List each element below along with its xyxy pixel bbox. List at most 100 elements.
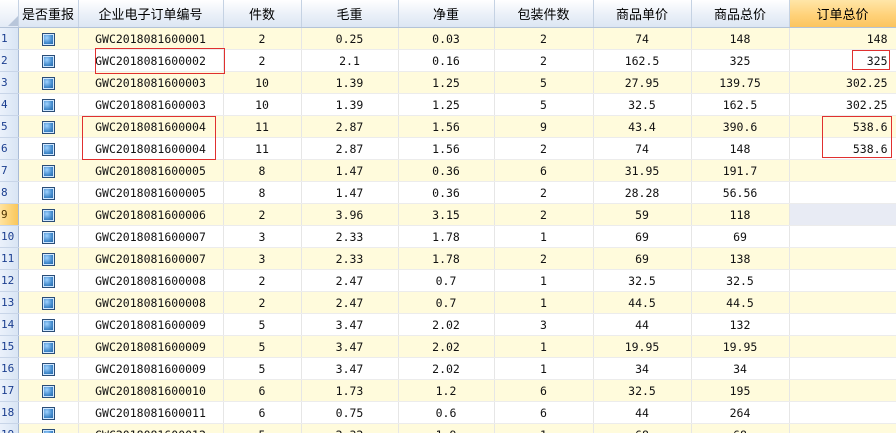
cell-goods-total[interactable]: 34 xyxy=(691,357,790,380)
cell-goods-total[interactable]: 264 xyxy=(691,401,790,424)
table-row[interactable]: 6 GWC2018081600004 11 2.87 1.56 2 74 148 538.6 xyxy=(0,137,896,160)
row-number[interactable]: 2 xyxy=(0,49,19,72)
cell-net-weight[interactable]: 1.78 xyxy=(398,225,495,248)
cell-unit-price[interactable]: 74 xyxy=(593,27,692,50)
cell-resubmit[interactable] xyxy=(18,401,79,424)
cell-goods-total[interactable]: 195 xyxy=(691,379,790,402)
row-number[interactable]: 3 xyxy=(0,71,19,94)
col-header-quantity[interactable]: 件数 xyxy=(223,0,302,28)
cell-net-weight[interactable]: 3.15 xyxy=(398,203,495,226)
col-header-net-weight[interactable]: 净重 xyxy=(398,0,495,28)
cell-order-total[interactable] xyxy=(789,313,896,336)
cell-goods-total[interactable]: 148 xyxy=(691,137,790,160)
table-row[interactable]: 4 GWC2018081600003 10 1.39 1.25 5 32.5 162.5 302… xyxy=(0,93,896,116)
cell-unit-price[interactable]: 44 xyxy=(593,313,692,336)
cell-net-weight[interactable]: 1.9 xyxy=(398,423,495,433)
cell-resubmit[interactable] xyxy=(18,247,79,270)
table-row[interactable]: 16 GWC2018081600009 5 3.47 2.02 1 34 34 xyxy=(0,357,896,380)
cell-net-weight[interactable]: 1.2 xyxy=(398,379,495,402)
cell-resubmit[interactable] xyxy=(18,159,79,182)
cell-net-weight[interactable]: 0.36 xyxy=(398,181,495,204)
cell-order-number[interactable]: GWC2018081600012 xyxy=(78,423,224,433)
table-row[interactable]: 12 GWC2018081600008 2 2.47 0.7 1 32.5 32.5 xyxy=(0,269,896,292)
cell-order-number[interactable]: GWC2018081600004 xyxy=(78,115,224,138)
cell-unit-price[interactable]: 32.5 xyxy=(593,379,692,402)
resubmit-checkbox[interactable] xyxy=(41,120,55,134)
cell-order-total[interactable] xyxy=(789,423,896,433)
cell-goods-total[interactable]: 44.5 xyxy=(691,291,790,314)
cell-gross-weight[interactable]: 1.73 xyxy=(301,379,399,402)
cell-order-total[interactable] xyxy=(789,401,896,424)
cell-net-weight[interactable]: 2.02 xyxy=(398,313,495,336)
cell-resubmit[interactable] xyxy=(18,357,79,380)
row-number[interactable]: 12 xyxy=(0,269,19,292)
row-number[interactable]: 14 xyxy=(0,313,19,336)
cell-order-total[interactable] xyxy=(789,181,896,204)
cell-quantity[interactable]: 8 xyxy=(223,181,302,204)
cell-gross-weight[interactable]: 0.75 xyxy=(301,401,399,424)
cell-quantity[interactable]: 2 xyxy=(223,49,302,72)
cell-package-count[interactable]: 1 xyxy=(494,291,594,314)
cell-goods-total[interactable]: 69 xyxy=(691,225,790,248)
cell-gross-weight[interactable]: 3.47 xyxy=(301,313,399,336)
resubmit-checkbox[interactable] xyxy=(41,208,55,222)
cell-goods-total[interactable]: 325 xyxy=(691,49,790,72)
cell-resubmit[interactable] xyxy=(18,93,79,116)
row-number[interactable]: 9 xyxy=(0,203,19,226)
cell-package-count[interactable]: 1 xyxy=(494,225,594,248)
cell-resubmit[interactable] xyxy=(18,313,79,336)
cell-gross-weight[interactable]: 3.96 xyxy=(301,203,399,226)
cell-unit-price[interactable]: 32.5 xyxy=(593,93,692,116)
cell-gross-weight[interactable]: 2.47 xyxy=(301,291,399,314)
cell-net-weight[interactable]: 0.03 xyxy=(398,27,495,50)
row-number[interactable]: 17 xyxy=(0,379,19,402)
cell-resubmit[interactable] xyxy=(18,269,79,292)
cell-net-weight[interactable]: 0.7 xyxy=(398,269,495,292)
cell-order-number[interactable]: GWC2018081600003 xyxy=(78,71,224,94)
cell-goods-total[interactable]: 139.75 xyxy=(691,71,790,94)
cell-package-count[interactable]: 1 xyxy=(494,423,594,433)
cell-unit-price[interactable]: 32.5 xyxy=(593,269,692,292)
cell-net-weight[interactable]: 1.56 xyxy=(398,137,495,160)
resubmit-checkbox[interactable] xyxy=(41,54,55,68)
cell-resubmit[interactable] xyxy=(18,335,79,358)
cell-resubmit[interactable] xyxy=(18,49,79,72)
cell-quantity[interactable]: 11 xyxy=(223,137,302,160)
cell-net-weight[interactable]: 1.78 xyxy=(398,247,495,270)
cell-resubmit[interactable] xyxy=(18,225,79,248)
col-header-unit-price[interactable]: 商品单价 xyxy=(593,0,692,28)
cell-order-total[interactable] xyxy=(789,379,896,402)
cell-order-total[interactable]: 538.6 xyxy=(789,115,896,138)
cell-gross-weight[interactable]: 2.87 xyxy=(301,115,399,138)
cell-order-total[interactable]: 148 xyxy=(789,27,896,50)
cell-goods-total[interactable]: 148 xyxy=(691,27,790,50)
cell-quantity[interactable]: 5 xyxy=(223,423,302,433)
cell-order-number[interactable]: GWC2018081600006 xyxy=(78,203,224,226)
resubmit-checkbox[interactable] xyxy=(41,230,55,244)
resubmit-checkbox[interactable] xyxy=(41,142,55,156)
row-number[interactable]: 15 xyxy=(0,335,19,358)
col-header-goods-total[interactable]: 商品总价 xyxy=(691,0,790,28)
table-row[interactable]: 14 GWC2018081600009 5 3.47 2.02 3 44 132 xyxy=(0,313,896,336)
cell-gross-weight[interactable]: 2.33 xyxy=(301,247,399,270)
cell-resubmit[interactable] xyxy=(18,423,79,433)
table-row[interactable]: 10 GWC2018081600007 3 2.33 1.78 1 69 69 xyxy=(0,225,896,248)
row-number[interactable]: 8 xyxy=(0,181,19,204)
cell-order-total[interactable] xyxy=(789,291,896,314)
cell-net-weight[interactable]: 1.25 xyxy=(398,93,495,116)
table-row[interactable]: 18 GWC2018081600011 6 0.75 0.6 6 44 264 xyxy=(0,401,896,424)
cell-quantity[interactable]: 2 xyxy=(223,291,302,314)
col-header-resubmit[interactable]: 是否重报 xyxy=(18,0,79,28)
cell-resubmit[interactable] xyxy=(18,181,79,204)
row-number[interactable]: 16 xyxy=(0,357,19,380)
resubmit-checkbox[interactable] xyxy=(41,318,55,332)
cell-package-count[interactable]: 9 xyxy=(494,115,594,138)
cell-gross-weight[interactable]: 0.25 xyxy=(301,27,399,50)
cell-goods-total[interactable]: 132 xyxy=(691,313,790,336)
cell-quantity[interactable]: 3 xyxy=(223,247,302,270)
table-row[interactable]: 19GWC201808160001252.321.916868 xyxy=(0,423,896,433)
resubmit-checkbox[interactable] xyxy=(41,186,55,200)
resubmit-checkbox[interactable] xyxy=(41,32,55,46)
cell-order-total[interactable] xyxy=(789,335,896,358)
cell-resubmit[interactable] xyxy=(18,291,79,314)
